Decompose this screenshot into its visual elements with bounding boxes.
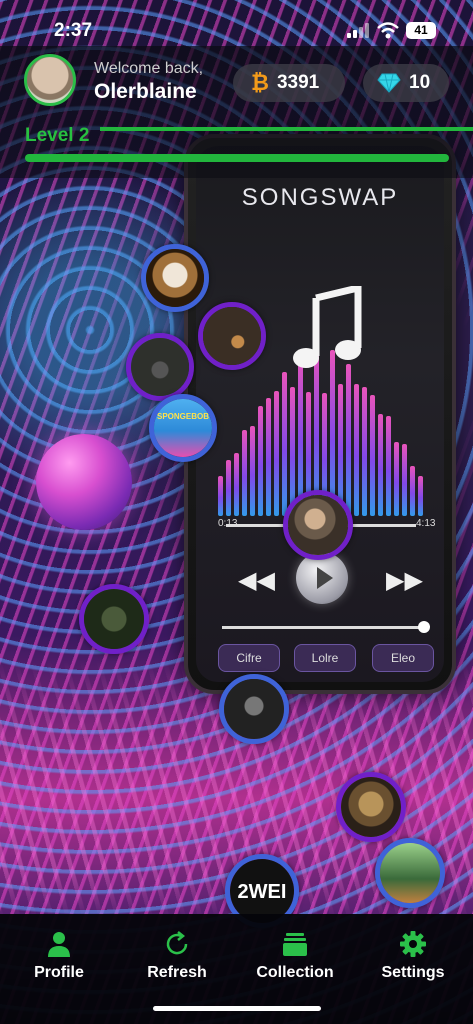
- equalizer-bar: [242, 430, 247, 516]
- equalizer-bar: [266, 398, 271, 516]
- nav-refresh[interactable]: Refresh: [118, 914, 236, 994]
- level-progress-bar: [25, 154, 449, 162]
- album-thumb-text: SPONGEBOB: [156, 411, 209, 421]
- diamond-icon: [377, 73, 401, 93]
- rewind-icon: ◀◀: [238, 567, 275, 594]
- song-bubble-3[interactable]: [126, 333, 194, 401]
- nav-label: Collection: [256, 964, 334, 981]
- music-note-icon: [293, 286, 362, 368]
- avatar[interactable]: [24, 54, 76, 106]
- song-bubble-5[interactable]: [283, 490, 353, 560]
- song-bubble-1[interactable]: [141, 244, 209, 312]
- welcome-text: Welcome back,: [94, 60, 204, 77]
- song-bubble-7[interactable]: [219, 674, 289, 744]
- song-bubble-4[interactable]: SPONGEBOB: [149, 394, 217, 462]
- level-line: [100, 127, 473, 131]
- level-label: Level 2: [25, 125, 90, 146]
- nav-label: Settings: [381, 964, 445, 981]
- bitcoin-icon: ₿: [251, 70, 269, 95]
- coin-balance[interactable]: ₿ 3391: [233, 64, 345, 102]
- equalizer-bar: [282, 372, 287, 516]
- equalizer-bar: [226, 460, 231, 516]
- album-thumb: [288, 495, 348, 555]
- phone-button-1: Cifre: [218, 644, 280, 672]
- equalizer-bar: [234, 453, 239, 516]
- equalizer-bar: [418, 476, 423, 516]
- username: Olerblaine: [94, 80, 197, 103]
- equalizer-bar: [274, 391, 279, 516]
- nav-profile[interactable]: Profile: [0, 914, 118, 994]
- song-bubble-8[interactable]: [336, 772, 406, 842]
- signal-icon: [347, 23, 371, 38]
- equalizer-bar: [378, 414, 383, 516]
- album-thumb: [341, 777, 401, 837]
- phone-mockup: SONGSWAP 0:13 4:13 ◀◀ ▶▶ Cifre Lolre Ele…: [184, 134, 456, 694]
- wifi-icon: [377, 22, 399, 39]
- refresh-icon: [166, 931, 188, 955]
- app-title: SONGSWAP: [241, 184, 399, 211]
- song-bubble-6[interactable]: [79, 584, 149, 654]
- nav-collection[interactable]: Collection: [236, 914, 354, 994]
- song-bubble-9[interactable]: [375, 838, 445, 908]
- play-icon: [296, 552, 348, 604]
- album-thumb: [154, 399, 212, 457]
- person-icon: [48, 932, 70, 957]
- phone-button-3: Eleo: [372, 644, 434, 672]
- equalizer-bar: [402, 444, 407, 516]
- phone-button-2: Lolre: [294, 644, 356, 672]
- phone-time-right: 4:13: [416, 518, 436, 529]
- album-thumb: [224, 679, 284, 739]
- nav-label: Profile: [34, 964, 84, 981]
- equalizer-bar: [370, 395, 375, 516]
- phone-screen: SONGSWAP 0:13 4:13 ◀◀ ▶▶ Cifre Lolre Ele…: [196, 146, 444, 682]
- equalizer-bar: [258, 406, 263, 516]
- phone-volume-knob: [418, 621, 430, 633]
- equalizer-bar: [386, 416, 391, 516]
- gem-count: 10: [409, 72, 431, 93]
- equalizer-bar: [354, 384, 359, 516]
- phone-volume-track: [222, 626, 422, 629]
- battery-icon: 41: [406, 22, 436, 39]
- album-thumb: [203, 307, 261, 365]
- album-thumb: [146, 249, 204, 307]
- nav-settings[interactable]: Settings: [354, 914, 472, 994]
- gem-balance[interactable]: 10: [363, 64, 449, 102]
- status-time: 2:37: [54, 20, 93, 41]
- album-thumb-text: 2WEI: [237, 880, 287, 903]
- coin-count: 3391: [276, 72, 320, 93]
- fast-forward-icon: ▶▶: [386, 567, 423, 594]
- collection-icon: [283, 933, 307, 956]
- album-thumb: [380, 843, 440, 903]
- song-bubble-2[interactable]: [198, 302, 266, 370]
- album-thumb: [131, 338, 189, 396]
- status-bar: 2:37 41: [0, 0, 473, 46]
- album-thumb: [84, 589, 144, 649]
- equalizer-bar: [394, 442, 399, 516]
- glowing-orb: [36, 434, 132, 530]
- equalizer-bar: [250, 426, 255, 516]
- equalizer-bar: [298, 354, 303, 516]
- equalizer-bar: [346, 364, 351, 516]
- gear-icon: [400, 931, 426, 957]
- equalizer-bar: [218, 476, 223, 516]
- nav-label: Refresh: [147, 964, 207, 981]
- home-indicator: [153, 1006, 321, 1011]
- equalizer-bar: [362, 387, 367, 516]
- equalizer-bar: [410, 466, 415, 516]
